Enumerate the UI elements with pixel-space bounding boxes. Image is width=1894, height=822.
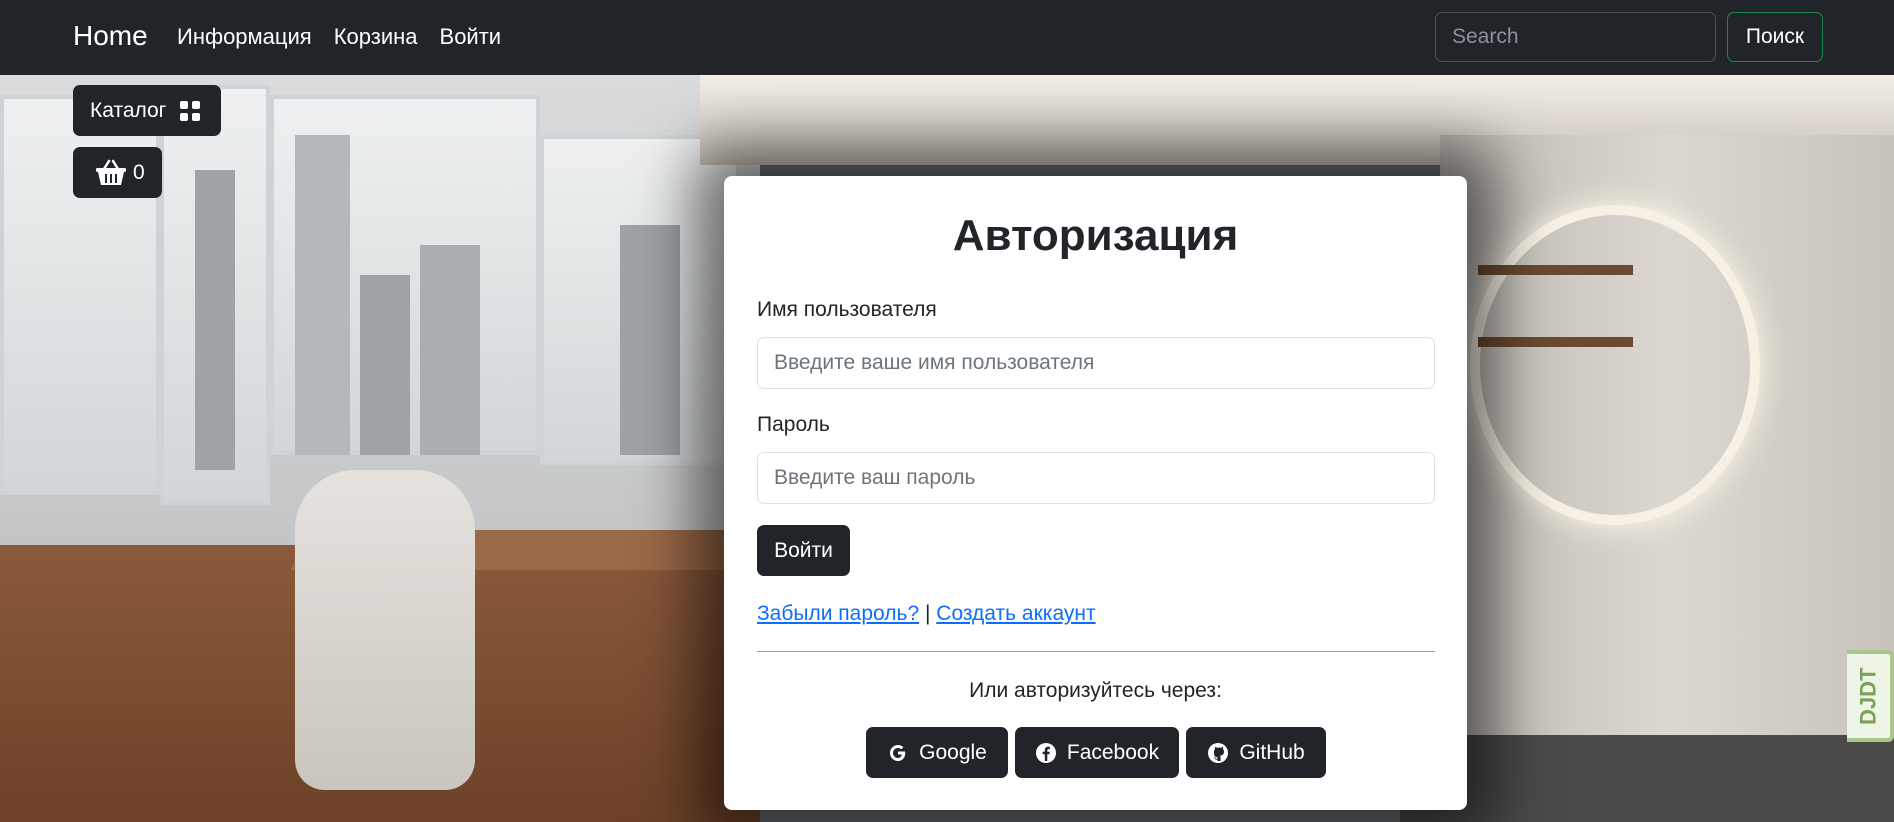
facebook-icon xyxy=(1035,742,1057,764)
password-field[interactable] xyxy=(757,452,1435,504)
basket-icon xyxy=(96,159,126,185)
social-login-caption: Или авторизуйтесь через: xyxy=(969,679,1222,702)
github-icon xyxy=(1207,742,1229,764)
brand-home-link[interactable]: Home xyxy=(73,20,148,52)
top-navbar: Home Информация Корзина Войти Поиск xyxy=(0,0,1894,75)
account-links: Забыли пароль? | Создать аккаунт xyxy=(757,602,1096,626)
nav-link-cart[interactable]: Корзина xyxy=(334,24,418,50)
nav-links: Информация Корзина Войти xyxy=(177,24,501,50)
username-field[interactable] xyxy=(757,337,1435,389)
cart-count: 0 xyxy=(133,160,145,184)
facebook-login-button[interactable]: Facebook xyxy=(1015,727,1179,778)
github-login-button[interactable]: GitHub xyxy=(1186,727,1326,778)
search-button[interactable]: Поиск xyxy=(1727,12,1823,62)
google-icon xyxy=(887,742,909,764)
facebook-login-label: Facebook xyxy=(1066,740,1160,764)
search-input[interactable] xyxy=(1435,12,1716,62)
google-login-button[interactable]: Google xyxy=(866,727,1008,778)
divider xyxy=(757,651,1435,652)
page-title: Авторизация xyxy=(952,211,1239,260)
cart-button[interactable]: 0 xyxy=(73,147,162,198)
username-label: Имя пользователя xyxy=(757,298,937,321)
google-login-label: Google xyxy=(919,740,987,764)
grid-icon xyxy=(180,100,201,121)
nav-link-info[interactable]: Информация xyxy=(177,24,312,50)
github-login-label: GitHub xyxy=(1239,740,1305,764)
link-separator: | xyxy=(924,602,931,625)
nav-link-login[interactable]: Войти xyxy=(440,24,502,50)
office-chair xyxy=(295,470,475,790)
login-card: Авторизация Имя пользователя Пароль Войт… xyxy=(724,176,1467,810)
catalog-label: Каталог xyxy=(90,98,167,122)
catalog-button[interactable]: Каталог xyxy=(73,85,221,136)
password-label: Пароль xyxy=(757,413,830,436)
create-account-link[interactable]: Создать аккаунт xyxy=(936,602,1095,625)
login-submit-button[interactable]: Войти xyxy=(757,525,850,576)
forgot-password-link[interactable]: Забыли пароль? xyxy=(757,602,919,625)
debug-toolbar-handle[interactable]: DJDT xyxy=(1847,650,1894,742)
